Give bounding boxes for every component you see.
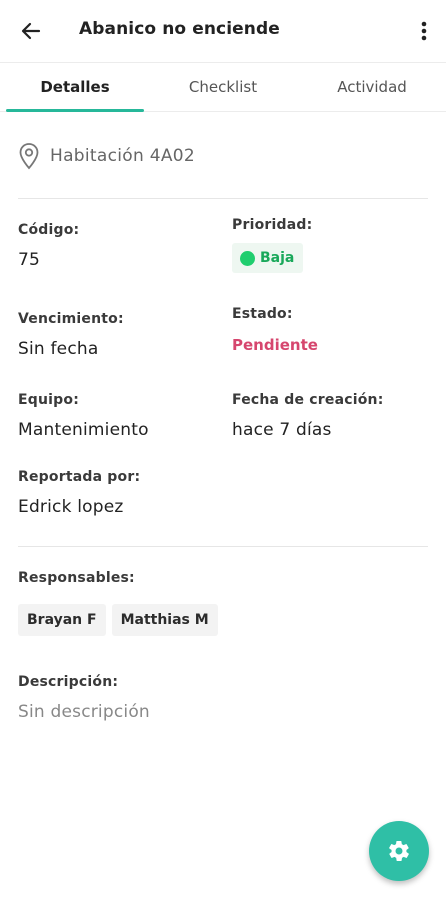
reported-by-field: Reportada por: Edrick lopez: [18, 469, 140, 517]
status-field: Estado: Pendiente: [232, 306, 318, 354]
team-value: Mantenimiento: [18, 420, 149, 440]
status-label: Estado:: [232, 306, 293, 322]
status-badge: Pendiente: [232, 336, 318, 354]
due-field: Vencimiento: Sin fecha: [18, 311, 124, 359]
back-button[interactable]: [14, 14, 48, 48]
team-field: Equipo: Mantenimiento: [18, 392, 149, 440]
responsable-chip[interactable]: Matthias M: [111, 604, 218, 636]
created-value: hace 7 días: [232, 420, 332, 440]
priority-value: Baja: [260, 250, 295, 266]
divider: [18, 546, 428, 547]
location-text: Habitación 4A02: [50, 146, 196, 166]
responsables-list: Brayan F Matthias M: [18, 604, 224, 636]
created-label: Fecha de creación:: [232, 392, 384, 408]
app-bar: Abanico no enciende: [0, 0, 446, 62]
priority-dot: [240, 250, 255, 266]
team-label: Equipo:: [18, 392, 79, 408]
location-pin-icon: [19, 143, 39, 170]
responsables-field: Responsables:: [18, 570, 135, 586]
more-vert-icon: [421, 21, 427, 41]
due-value: Sin fecha: [18, 339, 99, 359]
code-value: 75: [18, 250, 41, 270]
arrow-left-icon: [21, 22, 41, 40]
created-field: Fecha de creación: hace 7 días: [232, 392, 384, 440]
description-value: Sin descripción: [18, 702, 150, 722]
tab-detalles[interactable]: Detalles: [6, 63, 144, 111]
gear-icon: [389, 840, 409, 862]
code-label: Código:: [18, 222, 80, 238]
priority-field: Prioridad: Baja: [232, 217, 312, 273]
tab-actividad[interactable]: Actividad: [302, 63, 442, 111]
description-label: Descripción:: [18, 674, 119, 690]
settings-fab-button[interactable]: [369, 821, 429, 881]
tab-checklist[interactable]: Checklist: [154, 63, 292, 111]
priority-label: Prioridad:: [232, 217, 313, 233]
responsables-label: Responsables:: [18, 570, 135, 586]
divider: [18, 198, 428, 199]
description-field: Descripción: Sin descripción: [18, 674, 150, 722]
priority-badge: Baja: [232, 243, 304, 273]
location-row: Habitación 4A02: [18, 142, 195, 170]
more-options-button[interactable]: [410, 14, 438, 48]
responsable-chip[interactable]: Brayan F: [18, 604, 106, 636]
due-label: Vencimiento:: [18, 311, 124, 327]
code-field: Código: 75: [18, 222, 79, 270]
active-tab-indicator: [6, 109, 144, 112]
page-title: Abanico no enciende: [79, 19, 280, 39]
reported-by-value: Edrick lopez: [18, 497, 124, 517]
reported-by-label: Reportada por:: [18, 469, 141, 485]
tab-bar: Detalles Checklist Actividad: [0, 62, 446, 112]
